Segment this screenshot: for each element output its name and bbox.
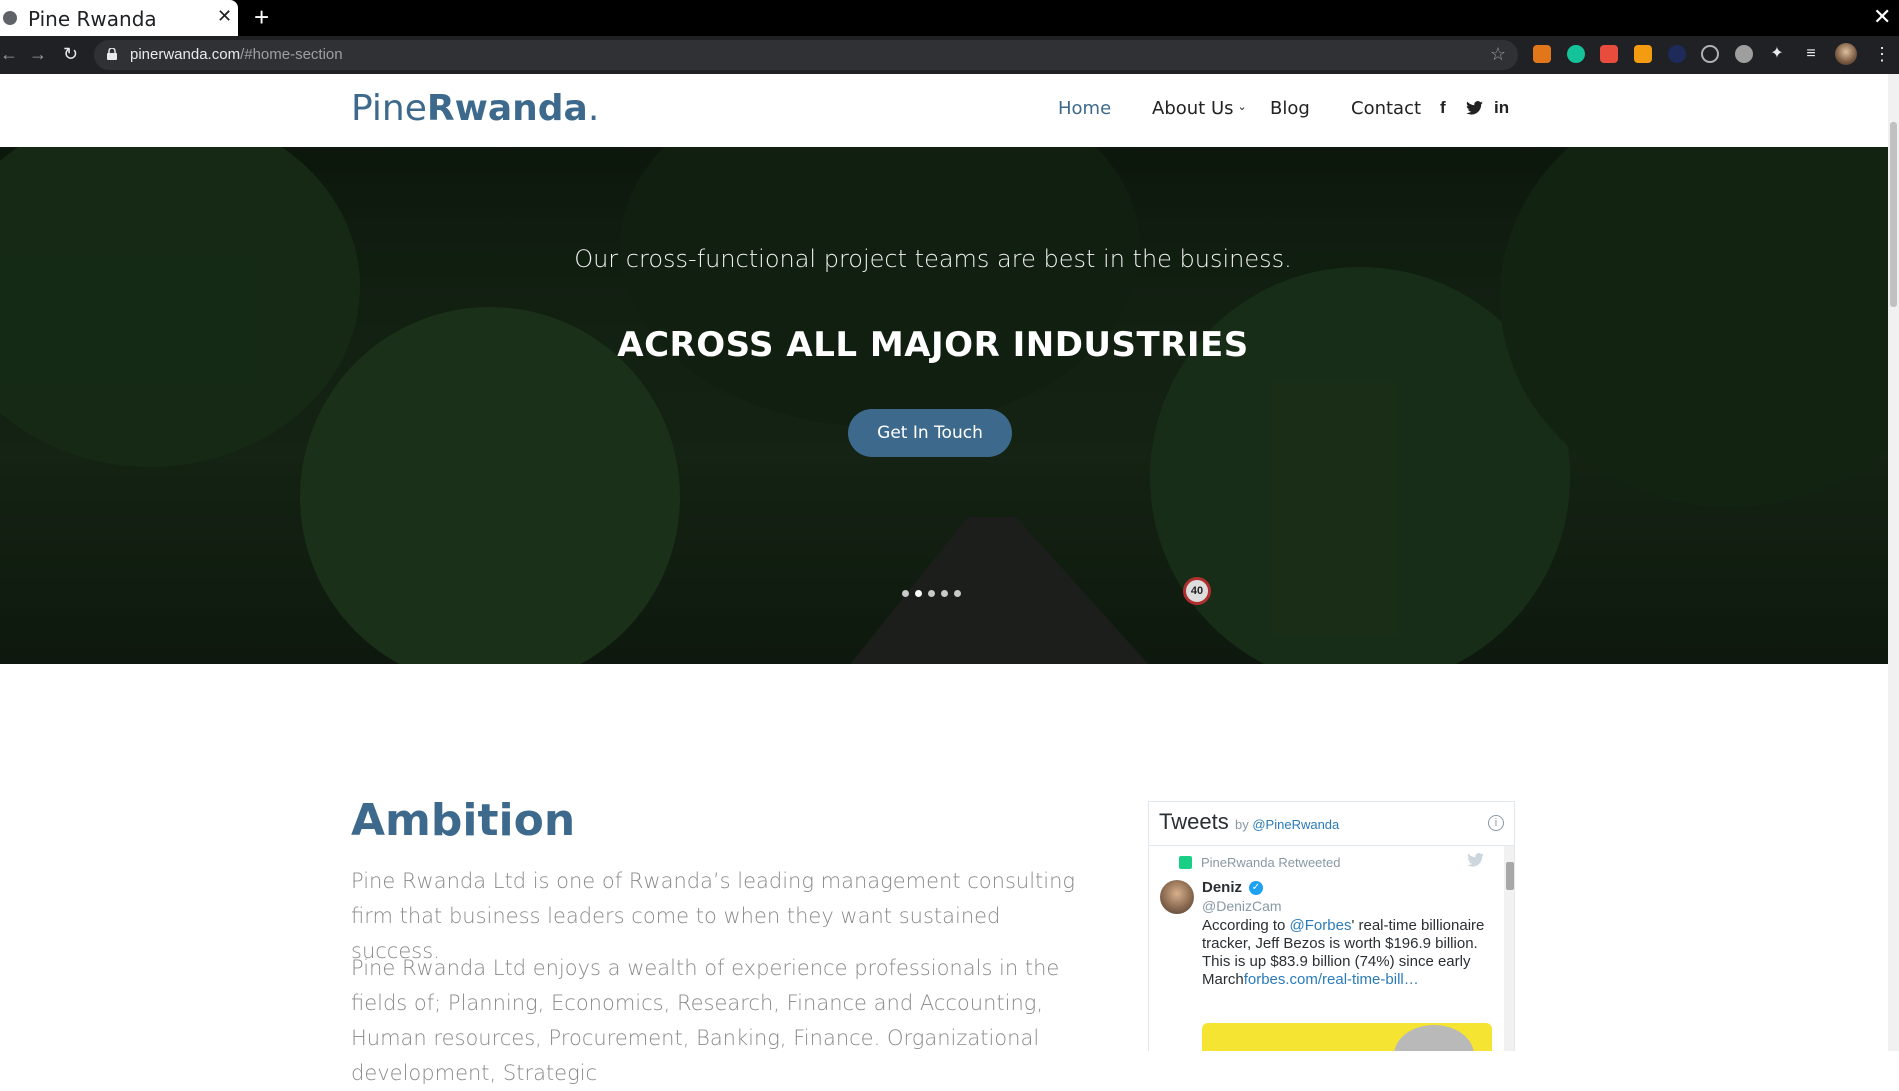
- url-text: pinerwanda.com/#home-section: [130, 46, 343, 63]
- extension-icon[interactable]: [1600, 45, 1618, 63]
- linkedin-icon[interactable]: in: [1494, 98, 1509, 118]
- reload-icon[interactable]: ↻: [63, 44, 78, 65]
- profile-avatar[interactable]: [1835, 43, 1857, 65]
- slider-dot[interactable]: [902, 590, 909, 597]
- speed-sign: 40: [1183, 577, 1211, 605]
- forbes-link[interactable]: forbes.com/real-time-bill…: [1244, 971, 1419, 988]
- nav-blog[interactable]: Blog: [1270, 98, 1310, 119]
- pinerwanda-handle-link[interactable]: @PineRwanda: [1252, 817, 1339, 832]
- address-bar[interactable]: pinerwanda.com/#home-section ☆: [94, 40, 1518, 70]
- page-scrollbar[interactable]: [1888, 74, 1899, 1051]
- grammarly-extension-icon[interactable]: [1567, 45, 1585, 63]
- nav-contact[interactable]: Contact: [1351, 98, 1421, 119]
- browser-menu-icon[interactable]: ⋮: [1873, 44, 1891, 65]
- retweet-icon: [1179, 856, 1192, 869]
- scrollbar-thumb[interactable]: [1890, 122, 1897, 307]
- forbes-mention-link[interactable]: @Forbes: [1290, 917, 1352, 934]
- metamask-extension-icon[interactable]: [1533, 45, 1551, 63]
- media-control-icon[interactable]: ≡: [1802, 45, 1820, 63]
- browser-tab[interactable]: Pine Rwanda ✕: [0, 0, 238, 36]
- forward-icon[interactable]: →: [29, 44, 47, 65]
- twitter-widget-header: Tweets by @PineRwanda i: [1149, 802, 1514, 846]
- react-devtools-icon[interactable]: [1701, 45, 1719, 63]
- widget-scrollbar-thumb[interactable]: [1506, 862, 1514, 890]
- twitter-timeline-widget: Tweets by @PineRwanda i PineRwanda Retwe…: [1148, 801, 1515, 1051]
- puzzle-extensions-icon[interactable]: ✦: [1768, 45, 1786, 63]
- hero-title: ACROSS ALL MAJOR INDUSTRIES: [617, 325, 1249, 365]
- slider-dot[interactable]: [954, 590, 961, 597]
- ambition-heading: Ambition: [351, 795, 576, 846]
- twitter-bird-icon[interactable]: [1467, 853, 1484, 867]
- slider-dot-active[interactable]: [915, 590, 922, 597]
- browser-toolbar: ← → ↻ pinerwanda.com/#home-section ☆ ✦ ≡…: [0, 36, 1899, 74]
- nav-about-us[interactable]: About Us ⌄: [1152, 98, 1247, 119]
- site-header: PineRwanda. Home About Us ⌄ Blog Contact …: [0, 74, 1888, 147]
- site-logo[interactable]: PineRwanda.: [351, 88, 599, 129]
- window-close-button[interactable]: ✕: [1873, 4, 1891, 30]
- new-tab-button[interactable]: +: [254, 2, 269, 33]
- avatar[interactable]: [1160, 880, 1194, 914]
- twitter-icon[interactable]: [1466, 101, 1483, 115]
- lock-icon: [107, 48, 117, 60]
- tab-title: Pine Rwanda: [28, 7, 157, 31]
- hero-subtitle: Our cross-functional project teams are b…: [574, 245, 1292, 273]
- slider-dots: [902, 584, 967, 602]
- tweets-title: Tweets: [1159, 809, 1229, 834]
- globe-icon: [3, 11, 17, 25]
- back-icon[interactable]: ←: [0, 44, 18, 65]
- get-in-touch-button[interactable]: Get In Touch: [848, 409, 1012, 457]
- tweet-author-handle[interactable]: @DenizCam: [1202, 898, 1282, 914]
- tweet-text: According to @Forbes' real-time billiona…: [1202, 917, 1485, 988]
- tweet-image[interactable]: [1202, 1023, 1492, 1051]
- widget-scrollbar[interactable]: [1504, 846, 1514, 1051]
- facebook-icon[interactable]: f: [1440, 98, 1446, 118]
- info-icon[interactable]: i: [1488, 815, 1504, 831]
- tweet-author-name[interactable]: Deniz: [1202, 879, 1242, 896]
- tab-close-icon[interactable]: ✕: [217, 6, 232, 27]
- verified-badge-icon: ✓: [1249, 881, 1263, 895]
- browser-tab-bar: Pine Rwanda ✕ + ✕: [0, 0, 1899, 36]
- slider-dot[interactable]: [941, 590, 948, 597]
- nav-home[interactable]: Home: [1058, 98, 1111, 119]
- bookmark-star-icon[interactable]: ☆: [1490, 44, 1506, 65]
- slider-dot[interactable]: [928, 590, 935, 597]
- extension-icon[interactable]: [1668, 45, 1686, 63]
- ambition-paragraph-2: Pine Rwanda Ltd enjoys a wealth of exper…: [351, 956, 1060, 1085]
- retweeted-label[interactable]: PineRwanda Retweeted: [1201, 855, 1340, 870]
- extension-icon[interactable]: [1735, 45, 1753, 63]
- hero-slider: 40 Our cross-functional project teams ar…: [0, 147, 1888, 664]
- chevron-down-icon: ⌄: [1237, 100, 1247, 113]
- extension-icon[interactable]: [1634, 45, 1652, 63]
